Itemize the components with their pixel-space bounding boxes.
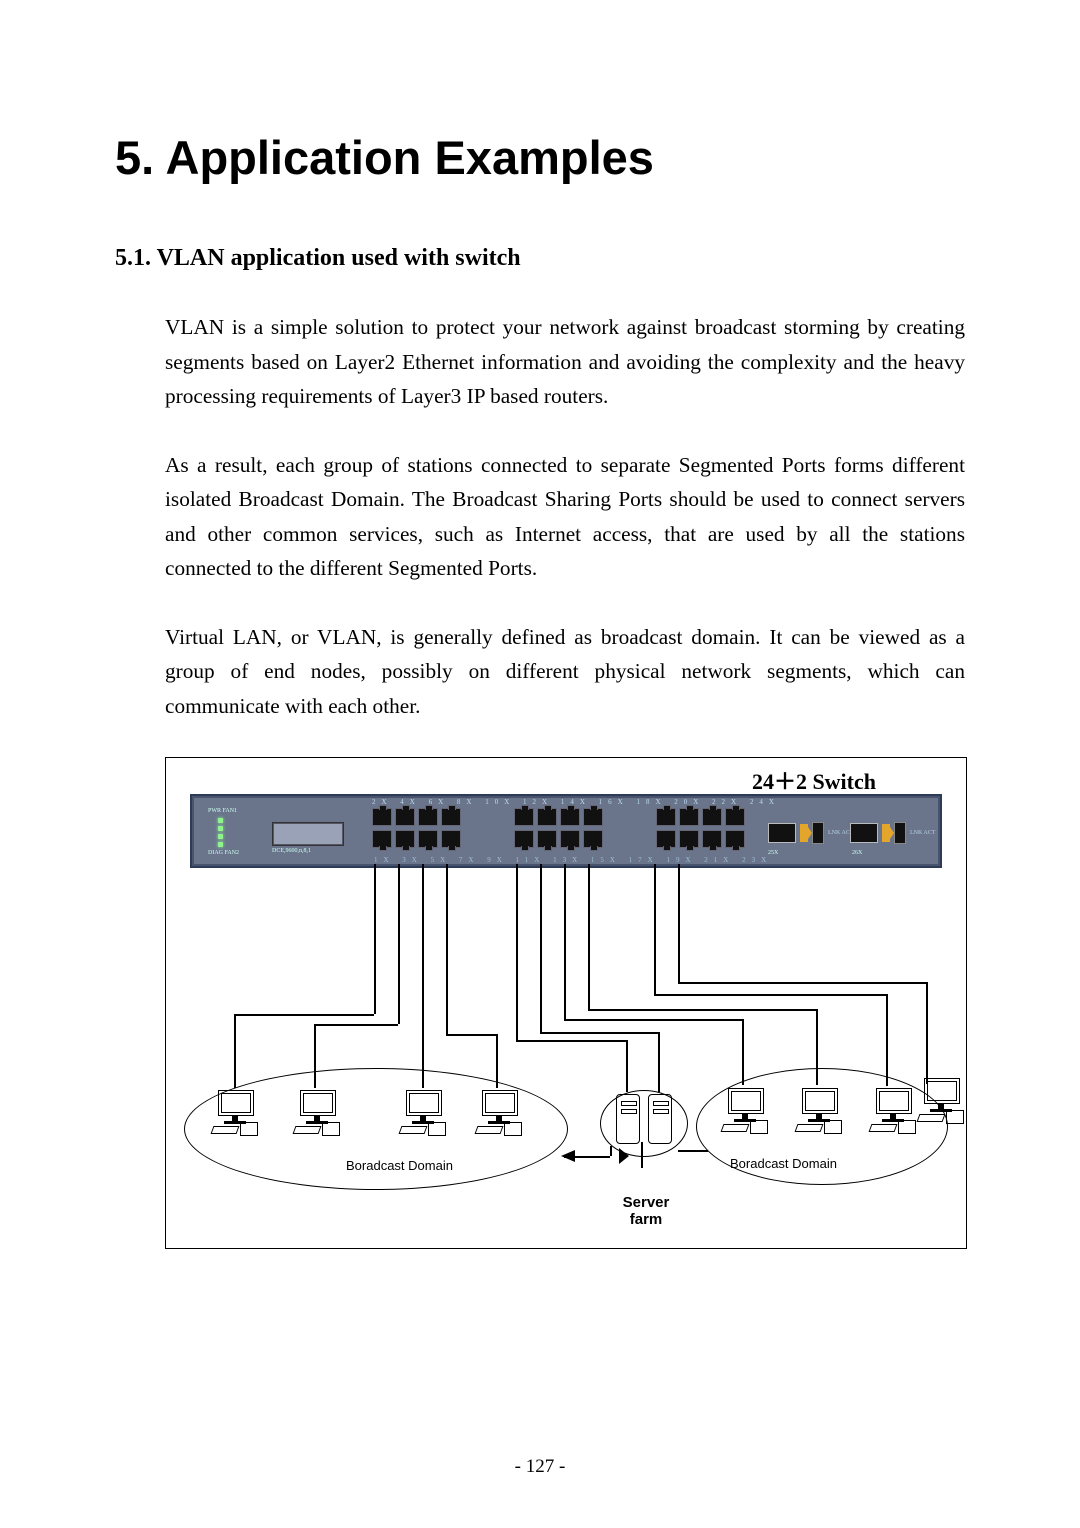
- status-leds: [218, 818, 232, 848]
- pc-icon: [212, 1090, 258, 1136]
- pc-icon: [722, 1088, 768, 1134]
- server-icon: [616, 1094, 640, 1144]
- server-icon: [648, 1094, 672, 1144]
- ports-block-c-bottom: [656, 830, 745, 848]
- ports-block-a-bottom: [372, 830, 461, 848]
- ports-block-a-top: [372, 808, 461, 826]
- uplink-26: LNK ACT: [850, 818, 960, 848]
- chapter-title: 5. Application Examples: [115, 130, 965, 185]
- ports-block-c-top: [656, 808, 745, 826]
- bottom-port-numbers: 1X 3X 5X 7X 9X 11X 13X 15X 17X 19X 21X 2…: [374, 856, 772, 864]
- pc-icon: [918, 1078, 964, 1124]
- diagram-title: 24＋2 Switch: [752, 764, 876, 796]
- page-number: - 127 -: [0, 1456, 1080, 1478]
- console-slot: [272, 822, 344, 846]
- pc-icon: [476, 1090, 522, 1136]
- ports-block-b-bottom: [514, 830, 603, 848]
- pc-icon: [400, 1090, 446, 1136]
- status-leds-label: PWR FAN1: [208, 808, 237, 814]
- uplink-26-num: 26X: [852, 850, 862, 856]
- ports-block-b-top: [514, 808, 603, 826]
- pc-icon: [870, 1088, 916, 1134]
- paragraph-2: As a result, each group of stations conn…: [165, 448, 965, 586]
- broadcast-domain-label-left: Boradcast Domain: [346, 1158, 453, 1173]
- diag-leds-label: DIAG FAN2: [208, 850, 239, 856]
- server-farm-label: Server farm: [596, 1194, 696, 1228]
- switch-panel: 2X 4X 6X 8X 10X 12X 14X 16X 18X 20X 22X …: [190, 794, 942, 868]
- document-page: 5. Application Examples 5.1. VLAN applic…: [0, 0, 1080, 1528]
- left-arrow-icon: [561, 1146, 701, 1174]
- console-label: DCE,9600,n,8,1: [272, 848, 311, 854]
- pc-icon: [294, 1090, 340, 1136]
- pc-icon: [796, 1088, 842, 1134]
- paragraph-3: Virtual LAN, or VLAN, is generally defin…: [165, 620, 965, 724]
- paragraph-1: VLAN is a simple solution to protect you…: [165, 310, 965, 414]
- section-title: 5.1. VLAN application used with switch: [115, 245, 965, 272]
- vlan-diagram: 24＋2 Switch 2X 4X 6X 8X 10X 12X 14X 16X …: [165, 757, 967, 1249]
- broadcast-domain-label-right: Boradcast Domain: [730, 1156, 837, 1171]
- top-port-numbers: 2X 4X 6X 8X 10X 12X 14X 16X 18X 20X 22X …: [372, 798, 780, 806]
